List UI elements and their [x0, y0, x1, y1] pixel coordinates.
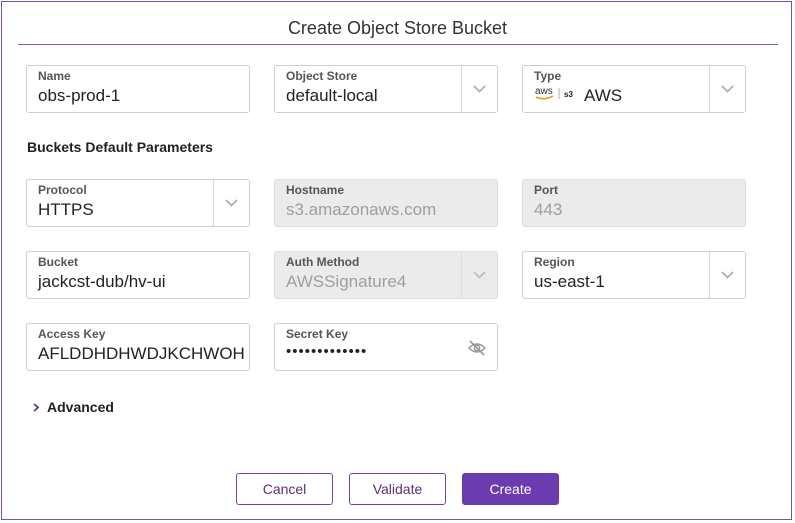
create-bucket-dialog: Create Object Store Bucket Name obs-prod…	[1, 1, 792, 520]
hostname-label: Hostname	[286, 183, 345, 197]
chevron-down-icon	[225, 199, 238, 207]
name-value: obs-prod-1	[38, 86, 121, 105]
advanced-label: Advanced	[47, 399, 114, 415]
aws-logo-text: aws	[535, 86, 553, 97]
region-label: Region	[534, 255, 575, 269]
object-store-select[interactable]: Object Store default-local	[274, 65, 498, 113]
region-select[interactable]: Region us-east-1	[522, 251, 746, 299]
auth-method-select: Auth Method AWSSignature4	[274, 251, 498, 299]
region-value: us-east-1	[534, 272, 605, 291]
eye-off-icon[interactable]	[467, 339, 487, 357]
access-key-label: Access Key	[38, 327, 106, 341]
dialog-title: Create Object Store Bucket	[287, 18, 508, 38]
aws-s3-logo-icon: aws s3	[535, 86, 573, 100]
create-button[interactable]: Create	[462, 473, 559, 505]
auth-method-dropdown-toggle	[461, 252, 497, 298]
hostname-value: s3.amazonaws.com	[286, 200, 437, 219]
secret-key-label: Secret Key	[286, 327, 349, 341]
cancel-button[interactable]: Cancel	[236, 473, 333, 505]
title-divider	[18, 44, 778, 45]
protocol-value: HTTPS	[38, 200, 94, 219]
type-value: AWS	[584, 86, 623, 105]
type-dropdown-toggle[interactable]	[709, 66, 745, 112]
region-dropdown-toggle[interactable]	[709, 252, 745, 298]
type-label: Type	[534, 69, 562, 83]
chevron-right-icon	[33, 403, 40, 412]
chevron-down-icon	[473, 271, 486, 279]
port-field: Port 443	[522, 179, 746, 227]
protocol-dropdown-toggle[interactable]	[213, 180, 249, 226]
secret-key-field[interactable]: Secret Key •••••••••••••	[274, 323, 498, 371]
bucket-value: jackcst-dub/hv-ui	[38, 272, 166, 291]
hostname-field: Hostname s3.amazonaws.com	[274, 179, 498, 227]
s3-logo-text: s3	[564, 90, 573, 99]
bucket-field[interactable]: Bucket jackcst-dub/hv-ui	[26, 251, 250, 299]
bucket-defaults-heading: Buckets Default Parameters	[27, 139, 213, 155]
chevron-down-icon	[721, 271, 734, 279]
chevron-down-icon	[721, 85, 734, 93]
validate-button[interactable]: Validate	[349, 473, 446, 505]
access-key-field[interactable]: Access Key AFLDDHDHWDJKCHWOH	[26, 323, 250, 371]
name-label: Name	[38, 69, 71, 83]
port-label: Port	[534, 183, 558, 197]
object-store-label: Object Store	[286, 69, 358, 83]
name-field[interactable]: Name obs-prod-1	[26, 65, 250, 113]
object-store-value: default-local	[286, 86, 378, 105]
protocol-label: Protocol	[38, 183, 87, 197]
bucket-label: Bucket	[38, 255, 79, 269]
type-select[interactable]: Type aws s3 AWS	[522, 65, 746, 113]
object-store-dropdown-toggle[interactable]	[461, 66, 497, 112]
auth-method-value: AWSSignature4	[286, 272, 407, 291]
protocol-select[interactable]: Protocol HTTPS	[26, 179, 250, 227]
port-value: 443	[534, 200, 563, 219]
chevron-down-icon	[473, 85, 486, 93]
access-key-value: AFLDDHDHWDJKCHWOH	[38, 344, 245, 363]
advanced-toggle[interactable]: Advanced	[33, 399, 114, 415]
auth-method-label: Auth Method	[286, 255, 360, 269]
secret-key-value: •••••••••••••	[286, 343, 368, 360]
